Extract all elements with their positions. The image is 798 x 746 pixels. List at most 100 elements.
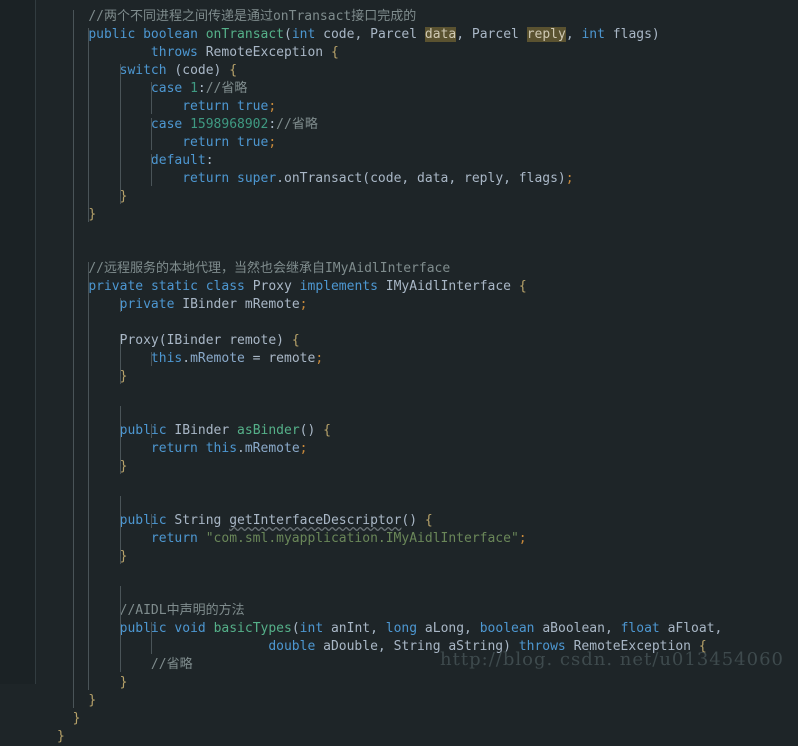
code-token-brc: }: [119, 369, 128, 384]
indent-guide: [88, 262, 90, 690]
code-token-pun: :: [268, 117, 277, 132]
code-token-cmt: //省略: [150, 657, 193, 672]
code-token-pun: .: [182, 351, 191, 366]
code-line[interactable]: default:: [57, 152, 798, 170]
code-token-pun: [198, 531, 206, 546]
code-line[interactable]: case 1://省略: [57, 80, 798, 98]
code-token-pun: (): [299, 423, 324, 438]
indent-guide: [150, 352, 152, 366]
code-line[interactable]: return "com.sml.myapplication.IMyAidlInt…: [57, 530, 798, 548]
code-token-mod: throws: [150, 45, 198, 60]
code-line[interactable]: private IBinder mRemote;: [57, 296, 798, 314]
code-line[interactable]: return this.mRemote;: [57, 440, 798, 458]
code-token-hl: reply: [526, 27, 566, 42]
code-token-brc: {: [424, 513, 433, 528]
code-token-pun: IBinder: [166, 423, 238, 438]
code-token-mod: true: [237, 99, 269, 114]
code-line[interactable]: private static class Proxy implements IM…: [57, 278, 798, 296]
code-line[interactable]: }: [57, 548, 798, 566]
code-token-mod: boolean: [143, 27, 198, 42]
code-editor[interactable]: //两个不同进程之间传递是通过onTransact接口完成的 public bo…: [0, 0, 798, 744]
code-token-pun: :: [197, 81, 206, 96]
code-token-fld: mRemote: [244, 441, 300, 456]
code-line[interactable]: public void basicTypes(int anInt, long a…: [57, 620, 798, 638]
code-line[interactable]: [57, 404, 798, 422]
code-line[interactable]: }: [57, 206, 798, 224]
code-line[interactable]: case 1598968902://省略: [57, 116, 798, 134]
code-line[interactable]: //远程服务的本地代理，当然也会继承自IMyAidlInterface: [57, 260, 798, 278]
code-line[interactable]: throws RemoteException {: [57, 44, 798, 62]
code-line[interactable]: public IBinder asBinder() {: [57, 422, 798, 440]
code-line[interactable]: [57, 386, 798, 404]
code-token-mod: static: [150, 279, 198, 294]
code-token-pun: (: [291, 621, 300, 636]
code-token-brc: {: [229, 63, 238, 78]
code-token-mod: public: [119, 621, 167, 636]
code-token-semi: ;: [565, 171, 574, 186]
code-line[interactable]: return super.onTransact(code, data, repl…: [57, 170, 798, 188]
code-token-mod: float: [620, 621, 660, 636]
code-line[interactable]: //两个不同进程之间传递是通过onTransact接口完成的: [57, 8, 798, 26]
code-line[interactable]: [57, 494, 798, 512]
code-token-mod: return: [150, 441, 198, 456]
code-line[interactable]: public String getInterfaceDescriptor() {: [57, 512, 798, 530]
code-line[interactable]: switch (code) {: [57, 62, 798, 80]
code-token-pun: RemoteException: [197, 45, 331, 60]
code-token-pun: [229, 99, 237, 114]
code-token-brc: }: [72, 711, 81, 726]
code-token-typ: Parcel: [471, 27, 519, 42]
code-line[interactable]: }: [57, 710, 798, 728]
code-token-cmt: //省略: [276, 117, 318, 132]
indent-guide: [119, 406, 121, 474]
code-line[interactable]: return true;: [57, 134, 798, 152]
code-token-mod: long: [385, 621, 418, 636]
code-line[interactable]: [57, 566, 798, 584]
code-line[interactable]: }: [57, 458, 798, 476]
code-line[interactable]: }: [57, 728, 798, 746]
code-token-pun: String: [166, 513, 230, 528]
code-line[interactable]: //AIDL中声明的方法: [57, 602, 798, 620]
code-line[interactable]: Proxy(IBinder remote) {: [57, 332, 798, 350]
code-token-pun: aLong,: [417, 621, 480, 636]
code-line[interactable]: public boolean onTransact(int code, Parc…: [57, 26, 798, 44]
code-line[interactable]: return true;: [57, 98, 798, 116]
code-token-mod: return: [182, 99, 230, 114]
code-line[interactable]: this.mRemote = remote;: [57, 350, 798, 368]
code-token-fn: basicTypes: [213, 621, 292, 636]
code-line[interactable]: }: [57, 692, 798, 710]
code-line[interactable]: [57, 224, 798, 242]
code-token-semi: ;: [268, 135, 277, 150]
code-token-mod: void: [174, 621, 206, 636]
code-line[interactable]: }: [57, 368, 798, 386]
code-line[interactable]: [57, 476, 798, 494]
code-line[interactable]: }: [57, 188, 798, 206]
code-token-mod: public: [88, 27, 136, 42]
code-token-brc: {: [330, 45, 339, 60]
indent-guide: [119, 334, 121, 384]
code-token-fld: mRemote: [190, 351, 245, 366]
code-line[interactable]: }: [57, 674, 798, 692]
code-line[interactable]: [57, 584, 798, 602]
code-line[interactable]: [57, 242, 798, 260]
code-token-pun: [229, 171, 237, 186]
code-line[interactable]: [57, 314, 798, 332]
indent-guide: [72, 10, 74, 708]
code-token-semi: ;: [299, 441, 308, 456]
code-token-brc: }: [88, 207, 97, 222]
code-token-semi: ;: [268, 99, 277, 114]
code-token-pun: [198, 441, 206, 456]
code-token-brc: {: [323, 423, 331, 438]
code-token-semi: ;: [518, 531, 527, 546]
indent-guide: [150, 154, 152, 186]
code-token-pun: aBoolean,: [534, 621, 621, 636]
indent-guide: [150, 622, 152, 654]
code-token-fn: onTransact: [205, 27, 285, 42]
indent-guide: [88, 28, 90, 222]
code-token-pun: [417, 27, 425, 42]
code-token-mod: return: [182, 135, 230, 150]
